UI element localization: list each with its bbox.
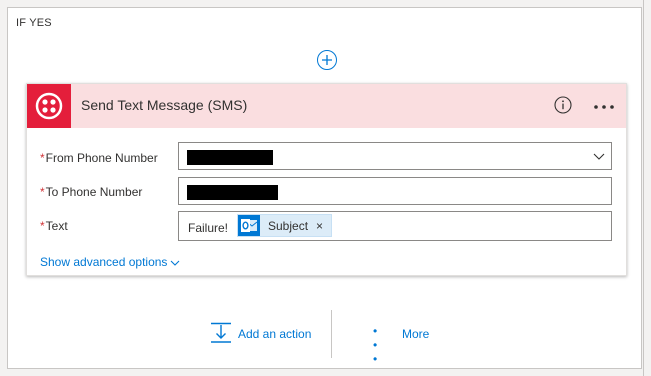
text-label-text: Text [45, 219, 68, 233]
chevron-down-icon [171, 260, 180, 266]
outlook-icon-box [238, 215, 260, 236]
token-remove-button[interactable]: × [316, 219, 323, 233]
branch-title: IF YES [16, 17, 52, 29]
action-divider [331, 310, 332, 358]
from-phone-dropdown[interactable] [178, 142, 612, 170]
more-dots-icon: • • • [373, 324, 380, 366]
advanced-label: Show advanced options [40, 255, 168, 269]
from-phone-label-text: From Phone Number [45, 151, 158, 165]
if-yes-branch: IF YES Send Text Message (SMS) *From Pho… [7, 7, 642, 369]
insert-step-button[interactable] [317, 50, 337, 70]
redacted-value [187, 185, 278, 200]
ellipsis-icon [594, 105, 614, 109]
text-input[interactable]: Failure! Subject × [178, 211, 612, 241]
twilio-icon [35, 92, 63, 120]
text-label: *Text [40, 219, 68, 233]
more-label: More [402, 327, 430, 341]
to-phone-label: *To Phone Number [40, 185, 142, 199]
to-phone-label-text: To Phone Number [45, 185, 143, 199]
required-marker: * [40, 151, 45, 165]
info-icon [554, 96, 572, 114]
outlook-icon [241, 219, 258, 232]
card-title: Send Text Message (SMS) [81, 97, 248, 113]
dynamic-content-token[interactable]: Subject × [237, 214, 332, 237]
card-header[interactable]: Send Text Message (SMS) [27, 84, 626, 128]
to-phone-input[interactable] [178, 177, 612, 205]
token-label: Subject [268, 219, 309, 233]
plus-icon [322, 55, 332, 65]
add-action-icon [211, 322, 231, 343]
info-button[interactable] [553, 95, 573, 115]
text-static-value: Failure! [188, 221, 229, 235]
right-border [643, 0, 644, 376]
connector-icon-box [27, 84, 71, 128]
from-phone-label: *From Phone Number [40, 151, 158, 165]
add-action-label: Add an action [238, 327, 312, 341]
action-card: Send Text Message (SMS) *From Phone Numb… [26, 83, 627, 276]
chevron-down-icon[interactable] [593, 151, 605, 161]
show-advanced-options-link[interactable]: Show advanced options [40, 255, 180, 269]
redacted-value [187, 150, 273, 165]
required-marker: * [40, 219, 45, 233]
card-menu-button[interactable] [591, 95, 617, 117]
page: IF YES Send Text Message (SMS) *From Pho… [0, 0, 651, 376]
required-marker: * [40, 185, 45, 199]
